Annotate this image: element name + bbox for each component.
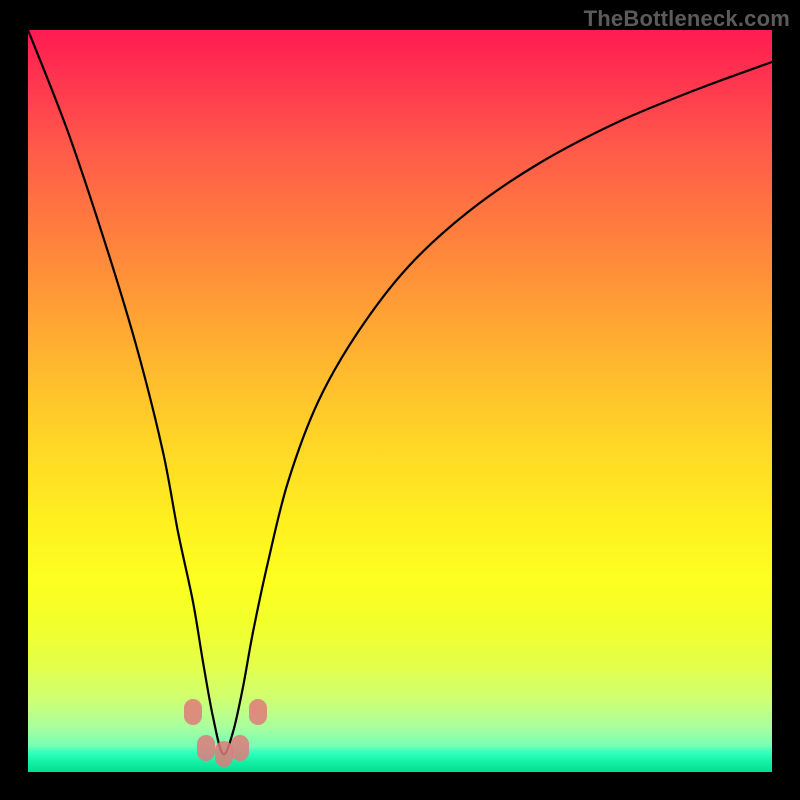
bottleneck-curve <box>28 30 772 754</box>
curve-marker <box>184 699 202 725</box>
curve-marker <box>231 735 249 761</box>
watermark-text: TheBottleneck.com <box>584 6 790 32</box>
curve-marker <box>215 741 233 767</box>
chart-frame: TheBottleneck.com <box>0 0 800 800</box>
plot-area <box>28 30 772 772</box>
curve-marker <box>197 735 215 761</box>
curve-markers <box>184 699 267 767</box>
curve-marker <box>249 699 267 725</box>
curve-svg <box>28 30 772 772</box>
